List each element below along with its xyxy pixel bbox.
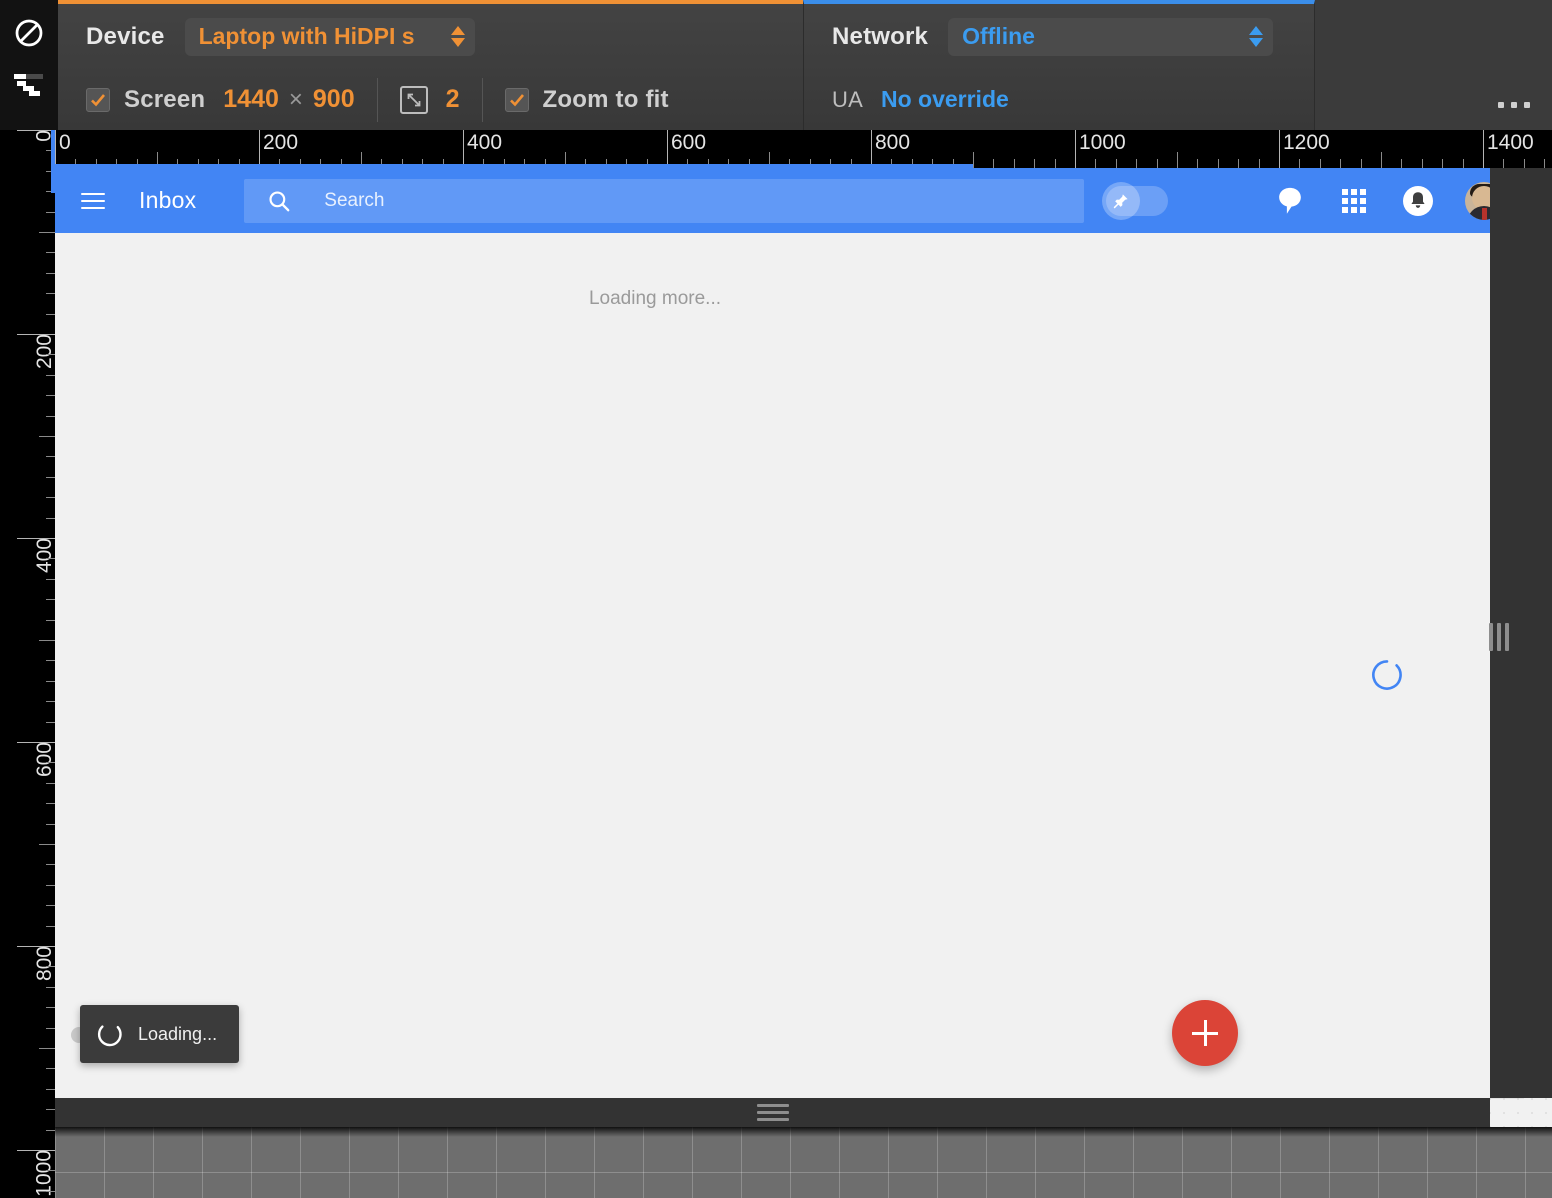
network-throttling-select[interactable]: Offline xyxy=(948,17,1274,56)
divider xyxy=(481,77,483,122)
device-emulation-toolbar: Device Laptop with HiDPI s Screen 1440 × xyxy=(0,0,1552,130)
screen-settings-row: Screen 1440 × 900 2 Zoom to fit xyxy=(58,69,803,130)
overflow-menu-icon[interactable] xyxy=(1498,102,1530,108)
horizontal-ruler[interactable]: 0 200 400 600 800 1000 1200 1400 xyxy=(55,130,1552,168)
ruler-label: 200 xyxy=(33,334,55,370)
search-placeholder: Search xyxy=(324,189,385,211)
device-select[interactable]: Laptop with HiDPI s xyxy=(184,17,475,56)
devtools-grid-background xyxy=(55,1127,1552,1198)
screen-label: Screen xyxy=(124,85,206,113)
divider xyxy=(376,77,378,122)
network-throttle-icon[interactable] xyxy=(12,68,46,102)
ruler-label: 800 xyxy=(33,946,55,982)
ruler-label: 1000 xyxy=(1079,131,1126,154)
ruler-label: 1000 xyxy=(33,1150,55,1197)
hangouts-icon[interactable] xyxy=(1273,184,1307,218)
inbox-app-header: Inbox Search xyxy=(55,168,1523,233)
user-agent-label: UA xyxy=(832,86,863,112)
compose-fab[interactable] xyxy=(1172,1000,1238,1066)
device-select-value: Laptop with HiDPI s xyxy=(198,23,415,49)
page-title: Inbox xyxy=(139,187,197,213)
network-select-row: Network Offline xyxy=(804,4,1314,69)
ruler-label: 600 xyxy=(33,742,55,778)
search-icon xyxy=(266,188,292,214)
dimension-separator: × xyxy=(288,85,303,113)
devtools-device-mode-screen: Device Laptop with HiDPI s Screen 1440 × xyxy=(0,0,1552,1198)
notifications-bell-icon[interactable] xyxy=(1401,184,1435,218)
apps-grid-icon[interactable] xyxy=(1337,184,1371,218)
search-input[interactable]: Search xyxy=(244,178,1085,223)
viewport-resize-handle-right[interactable] xyxy=(1484,620,1514,654)
toolbar-tail xyxy=(1315,0,1552,130)
loading-more-label: Loading more... xyxy=(588,288,722,309)
user-agent-row: UA No override xyxy=(804,69,1314,130)
device-select-row: Device Laptop with HiDPI s xyxy=(58,4,803,69)
devtools-left-rail xyxy=(0,0,58,130)
header-icon-group xyxy=(1273,181,1503,220)
device-pixel-ratio-icon xyxy=(399,85,428,114)
network-select-value: Offline xyxy=(962,23,1035,49)
viewport-resize-handle-bottom[interactable] xyxy=(55,1098,1490,1127)
circular-spinner xyxy=(96,1020,124,1048)
ruler-label: 200 xyxy=(263,131,299,154)
inbox-content-area: Loading more... Loading... xyxy=(55,233,1523,1098)
chevron-updown-icon xyxy=(1245,26,1267,47)
ruler-label: 0 xyxy=(59,131,71,154)
loading-toast: Loading... xyxy=(80,1005,240,1063)
chevron-updown-icon xyxy=(447,26,469,47)
vertical-ruler[interactable]: 0 200 400 600 800 1000 xyxy=(0,130,55,1198)
toast-label: Loading... xyxy=(138,1023,218,1044)
ruler-label: 1400 xyxy=(1487,131,1534,154)
ruler-label: 400 xyxy=(467,131,503,154)
zoom-to-fit-checkbox[interactable] xyxy=(504,87,529,112)
zoom-to-fit-label: Zoom to fit xyxy=(542,85,669,113)
ruler-label: 800 xyxy=(875,131,911,154)
network-label: Network xyxy=(832,22,929,50)
device-settings-section: Device Laptop with HiDPI s Screen 1440 × xyxy=(58,0,803,130)
screen-height-input[interactable]: 900 xyxy=(313,85,355,114)
screen-checkbox[interactable] xyxy=(86,87,110,112)
dpr-input[interactable]: 2 xyxy=(446,85,460,114)
no-entry-icon[interactable] xyxy=(12,16,46,50)
user-agent-value[interactable]: No override xyxy=(881,86,1009,113)
circular-spinner-blue xyxy=(1370,658,1404,692)
network-settings-section: Network Offline UA No override xyxy=(803,0,1315,130)
device-label: Device xyxy=(86,22,165,50)
hamburger-menu-icon[interactable] xyxy=(81,184,115,218)
device-canvas: Inbox Search Loading more... Loading... xyxy=(55,168,1552,1198)
ruler-label: 600 xyxy=(671,131,707,154)
ruler-label: 400 xyxy=(33,538,55,574)
emulated-device-viewport: Inbox Search Loading more... Loading... xyxy=(55,168,1523,1098)
pin-toggle[interactable] xyxy=(1102,181,1169,220)
ruler-label: 1200 xyxy=(1283,131,1330,154)
screen-width-input[interactable]: 1440 xyxy=(223,85,279,114)
pin-icon xyxy=(1102,181,1141,220)
